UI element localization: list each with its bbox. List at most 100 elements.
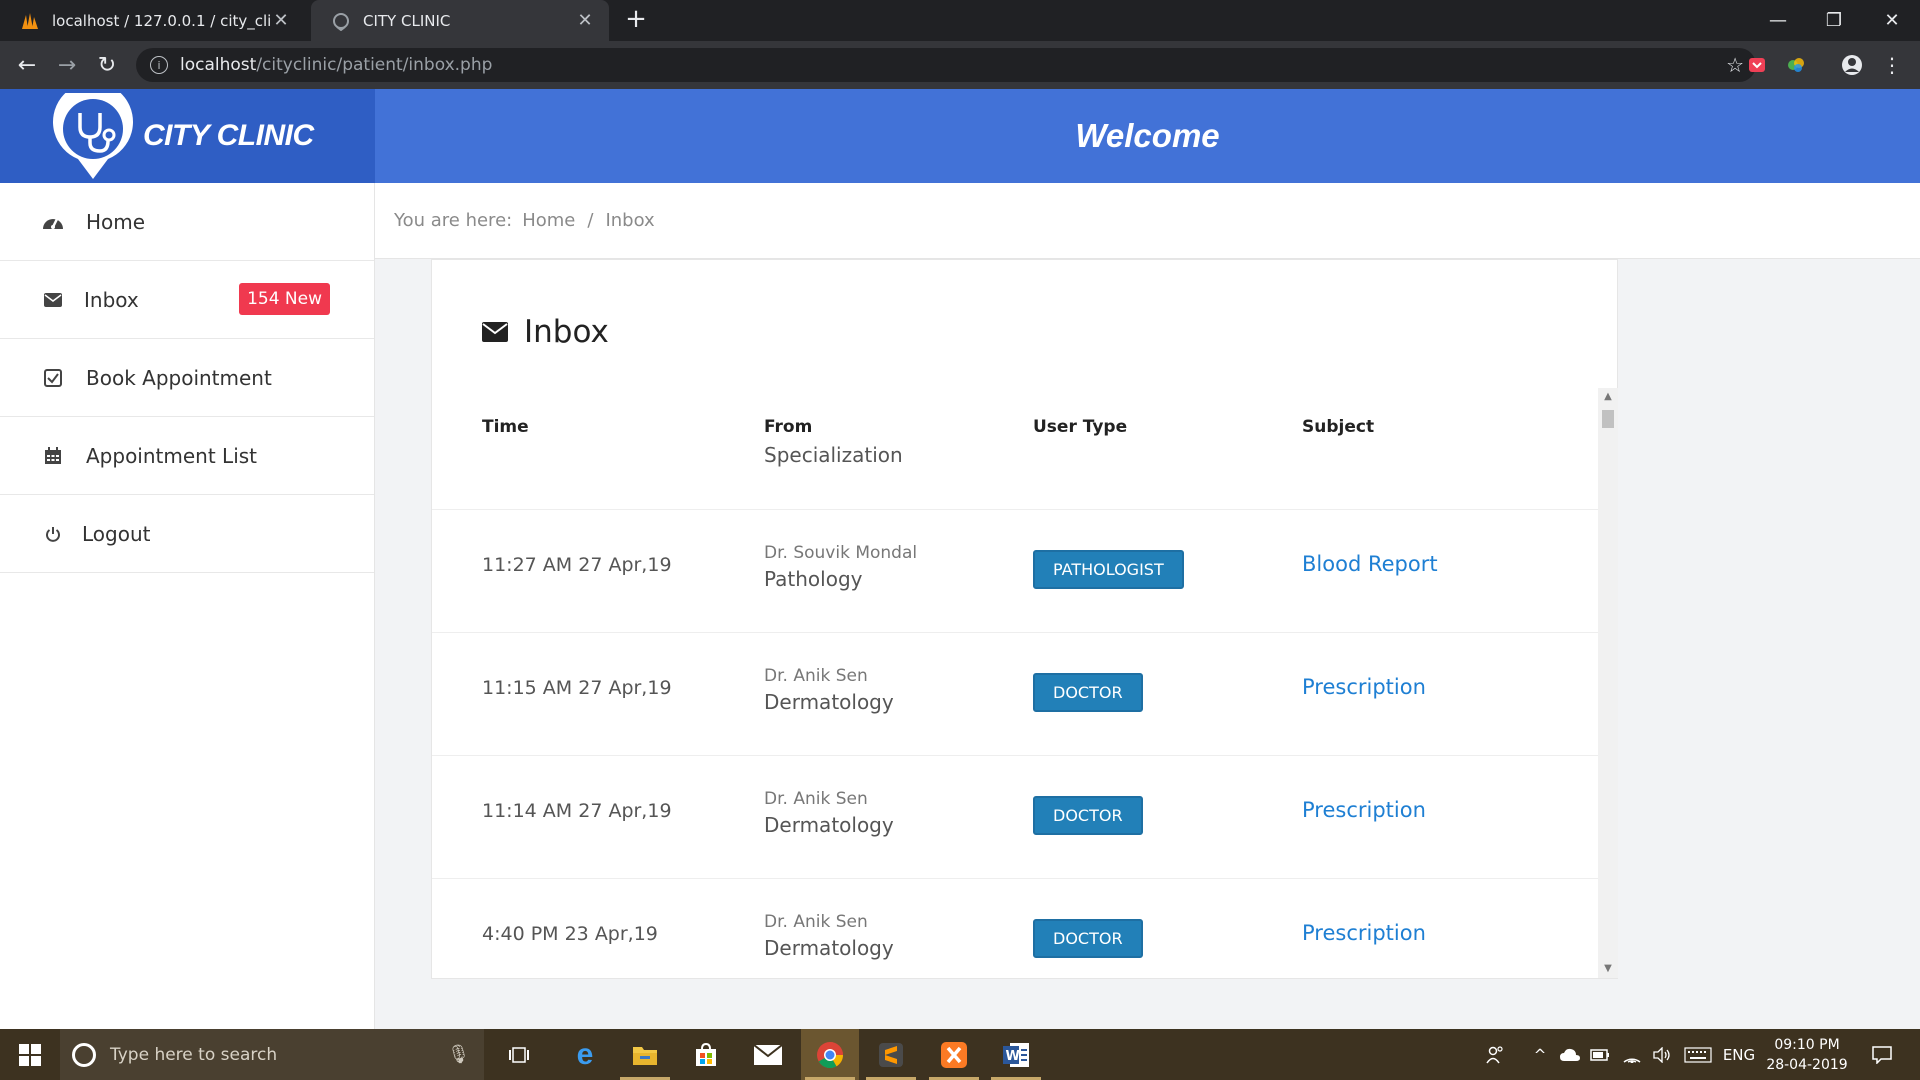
microphone-icon[interactable]: 🎙	[447, 1044, 470, 1065]
task-view-icon[interactable]	[490, 1029, 548, 1080]
sidebar-item-logout[interactable]: Logout	[0, 495, 374, 573]
close-tab-icon[interactable]: ✕	[575, 10, 595, 31]
clinic-logo-icon[interactable]	[48, 93, 138, 183]
sender-name: Dr. Anik Sen	[764, 912, 868, 932]
sender-specialization: Dermatology	[764, 690, 894, 714]
bookmark-star-icon[interactable]: ☆	[1726, 53, 1744, 77]
sidebar-item-inbox[interactable]: Inbox 154 New	[0, 261, 374, 339]
minimize-icon[interactable]: —	[1750, 0, 1806, 41]
system-clock[interactable]: 09:10 PM 28-04-2019	[1762, 1035, 1852, 1075]
sidebar-item-label: Book Appointment	[86, 365, 272, 390]
sidebar: Home Inbox 154 New Book Appointment Appo…	[0, 183, 375, 1029]
tab-phpmyadmin[interactable]: localhost / 127.0.0.1 / city_clinic / ✕	[0, 0, 305, 41]
taskbar-search-placeholder: Type here to search	[110, 1044, 278, 1065]
user-type-cell: DOCTOR	[1033, 919, 1143, 958]
power-icon	[42, 523, 64, 545]
subject-link[interactable]: Blood Report	[1302, 552, 1438, 576]
subject-link[interactable]: Prescription	[1302, 798, 1426, 822]
new-tab-button[interactable]: +	[622, 6, 650, 34]
extension-icon[interactable]	[1784, 53, 1808, 77]
sidebar-item-label: Home	[86, 209, 146, 234]
forward-icon[interactable]: →	[53, 51, 81, 79]
back-icon[interactable]: ←	[13, 51, 41, 79]
browser-tab-strip: localhost / 127.0.0.1 / city_clinic / ✕ …	[0, 0, 1920, 41]
url-bar[interactable]: i localhost/cityclinic/patient/inbox.php…	[136, 48, 1756, 82]
dashboard-icon	[42, 211, 64, 233]
clock-time: 09:10 PM	[1774, 1037, 1840, 1053]
table-row[interactable]: 11:15 AM 27 Apr,19 Dr. Anik Sen Dermatol…	[432, 633, 1598, 756]
info-icon[interactable]: i	[150, 56, 168, 74]
subject-link[interactable]: Prescription	[1302, 675, 1426, 699]
show-hidden-icons-icon[interactable]: ^	[1528, 1029, 1552, 1080]
url-host: localhost	[180, 55, 257, 75]
column-header-time: Time	[482, 417, 529, 437]
sidebar-item-book-appointment[interactable]: Book Appointment	[0, 339, 374, 417]
tab-city-clinic[interactable]: CITY CLINIC ✕	[311, 0, 609, 41]
xampp-icon[interactable]	[925, 1029, 983, 1080]
word-icon[interactable]: W	[987, 1029, 1045, 1080]
tab-title: localhost / 127.0.0.1 / city_clinic /	[52, 11, 271, 30]
reload-icon[interactable]: ↻	[93, 51, 121, 79]
sidebar-item-label: Inbox	[84, 287, 139, 312]
message-sender: Dr. Anik Sen Dermatology	[764, 912, 894, 960]
column-header-user-type: User Type	[1033, 417, 1128, 437]
user-type-cell: DOCTOR	[1033, 673, 1143, 712]
inbox-heading: Inbox	[482, 314, 609, 350]
profile-icon[interactable]	[1840, 53, 1864, 77]
action-center-icon[interactable]	[1862, 1029, 1902, 1080]
scroll-down-icon[interactable]: ▼	[1598, 960, 1618, 978]
calendar-icon	[42, 445, 64, 467]
restore-icon[interactable]: ❐	[1806, 0, 1862, 41]
breadcrumb-separator: /	[587, 210, 594, 231]
sublime-text-icon[interactable]	[862, 1029, 920, 1080]
user-type-cell: DOCTOR	[1033, 796, 1143, 835]
table-row[interactable]: 4:40 PM 23 Apr,19 Dr. Anik Sen Dermatolo…	[432, 879, 1598, 978]
sidebar-item-appointment-list[interactable]: Appointment List	[0, 417, 374, 495]
wifi-icon[interactable]	[1618, 1029, 1646, 1080]
phpmyadmin-icon	[22, 12, 38, 29]
scrollbar-thumb[interactable]	[1602, 410, 1614, 428]
sender-specialization: Dermatology	[764, 936, 894, 960]
brand-name[interactable]: CITY CLINIC	[143, 119, 314, 153]
column-header-from-label: From	[764, 417, 813, 437]
input-language[interactable]: ENG	[1720, 1029, 1758, 1080]
svg-text:W: W	[1006, 1049, 1020, 1064]
table-row[interactable]: 11:14 AM 27 Apr,19 Dr. Anik Sen Dermatol…	[432, 756, 1598, 879]
message-time: 4:40 PM 23 Apr,19	[482, 923, 658, 945]
inbox-title: Inbox	[524, 314, 609, 350]
breadcrumb-home-link[interactable]: Home	[522, 210, 575, 231]
pocket-extension-icon[interactable]	[1745, 53, 1769, 77]
store-icon[interactable]	[677, 1029, 735, 1080]
sidebar-item-home[interactable]: Home	[0, 183, 374, 261]
scroll-up-icon[interactable]: ▲	[1598, 388, 1618, 406]
cortana-icon	[72, 1042, 96, 1067]
touch-keyboard-icon[interactable]	[1680, 1029, 1716, 1080]
people-icon[interactable]	[1480, 1029, 1510, 1080]
url-path: /cityclinic/patient/inbox.php	[256, 55, 493, 75]
message-sender: Dr. Souvik Mondal Pathology	[764, 543, 917, 591]
table-scrollbar[interactable]: ▲ ▼	[1598, 388, 1618, 978]
message-sender: Dr. Anik Sen Dermatology	[764, 789, 894, 837]
globe-icon	[333, 12, 349, 31]
battery-icon[interactable]	[1586, 1029, 1614, 1080]
message-time: 11:27 AM 27 Apr,19	[482, 554, 672, 576]
onedrive-icon[interactable]	[1556, 1029, 1584, 1080]
close-window-icon[interactable]: ✕	[1864, 0, 1920, 41]
mail-icon[interactable]	[739, 1029, 797, 1080]
taskbar-search-input[interactable]: Type here to search 🎙	[60, 1029, 484, 1080]
windows-taskbar: Type here to search 🎙 e W ^ ENG 09:10 PM…	[0, 1029, 1920, 1080]
chrome-icon[interactable]	[801, 1029, 859, 1080]
top-bar: Welcome	[375, 89, 1920, 183]
subject-link[interactable]: Prescription	[1302, 921, 1426, 945]
table-row[interactable]: 11:27 AM 27 Apr,19 Dr. Souvik Mondal Pat…	[432, 510, 1598, 633]
menu-dots-icon[interactable]: ⋮	[1880, 53, 1904, 77]
column-header-subject: Subject	[1302, 417, 1375, 437]
windows-start-icon[interactable]	[0, 1029, 60, 1080]
volume-icon[interactable]	[1648, 1029, 1676, 1080]
sender-name: Dr. Anik Sen	[764, 789, 868, 809]
close-tab-icon[interactable]: ✕	[271, 10, 291, 31]
edge-browser-icon[interactable]: e	[556, 1029, 614, 1080]
file-explorer-icon[interactable]	[616, 1029, 674, 1080]
welcome-title: Welcome	[1075, 117, 1220, 154]
checkbox-icon	[42, 367, 64, 389]
